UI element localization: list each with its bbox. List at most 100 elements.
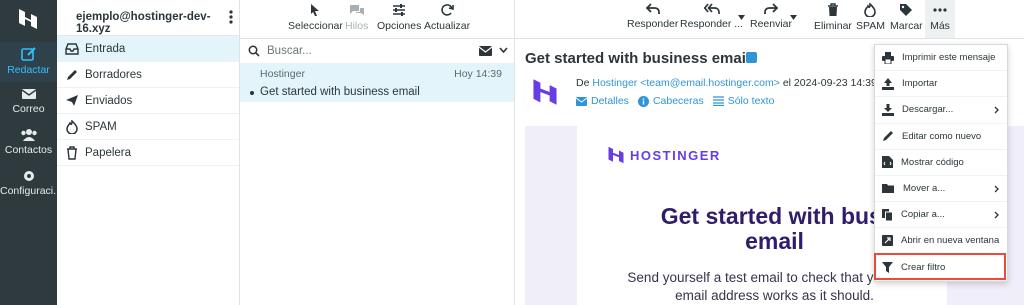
more-button[interactable]: Más bbox=[925, 0, 955, 38]
mark-button[interactable]: Marcar bbox=[890, 3, 923, 32]
reply-icon bbox=[645, 3, 660, 14]
cursor-icon bbox=[311, 4, 320, 16]
email-from-line: De Hostinger <team@email.hostinger.com> … bbox=[576, 77, 877, 89]
folder-spam[interactable]: SPAM bbox=[57, 114, 239, 140]
message-subject: Get started with business email bbox=[260, 86, 420, 98]
edit-icon bbox=[883, 131, 893, 142]
more-dots-icon bbox=[933, 8, 947, 12]
menu-item-print[interactable]: Imprimir este mensaje bbox=[875, 45, 1007, 72]
tag-icon bbox=[900, 4, 913, 16]
menu-item-import[interactable]: Importar bbox=[875, 71, 1007, 98]
refresh-button[interactable]: Actualizar bbox=[424, 3, 470, 32]
from-prefix: De bbox=[576, 77, 590, 89]
chevron-right-icon bbox=[994, 185, 999, 193]
email-brand-logo: HOSTINGER bbox=[607, 145, 721, 165]
folder-drafts[interactable]: Borradores bbox=[57, 62, 239, 88]
move-icon bbox=[882, 184, 894, 194]
compose-button[interactable]: Redactar bbox=[0, 42, 57, 82]
mail-nav[interactable]: Correo bbox=[0, 83, 57, 123]
compose-label: Redactar bbox=[7, 64, 50, 76]
details-label: Detalles bbox=[591, 95, 629, 107]
email-subject: Get started with business email bbox=[525, 50, 751, 67]
headers-label: Cabeceras bbox=[652, 95, 704, 107]
folder-trash-label: Papelera bbox=[85, 146, 132, 159]
menu-item-show-source[interactable]: Mostrar código bbox=[875, 150, 1007, 176]
folder-drafts-label: Borradores bbox=[85, 68, 142, 81]
menu-item-edit-as-new[interactable]: Editar como nuevo bbox=[875, 124, 1007, 150]
spam-label: SPAM bbox=[856, 20, 885, 32]
refresh-label: Actualizar bbox=[424, 20, 471, 32]
sender-address[interactable]: <team@email.hostinger.com> bbox=[640, 77, 780, 89]
chevron-down-icon[interactable] bbox=[499, 47, 508, 53]
trash-icon bbox=[67, 145, 77, 160]
delete-button[interactable]: Eliminar bbox=[814, 3, 852, 32]
reply-button[interactable]: Responder bbox=[627, 3, 678, 30]
mark-label: Marcar bbox=[890, 20, 923, 32]
select-label: Seleccionar bbox=[288, 20, 343, 32]
more-label: Más bbox=[930, 20, 950, 32]
account-menu-icon[interactable] bbox=[229, 10, 233, 24]
envelope-icon bbox=[576, 96, 587, 106]
headers-link[interactable]: Cabeceras bbox=[637, 95, 704, 107]
threads-icon bbox=[349, 5, 364, 15]
select-button[interactable]: Seleccionar bbox=[288, 3, 343, 32]
details-link[interactable]: Detalles bbox=[576, 95, 629, 107]
open-external-icon[interactable] bbox=[746, 52, 757, 63]
message-toolbar: Responder Responder ... Reenviar Elimina… bbox=[515, 0, 1024, 39]
sender-avatar bbox=[533, 79, 557, 105]
search-input[interactable]: Buscar... bbox=[267, 45, 312, 57]
menu-item-label: Importar bbox=[902, 78, 938, 90]
app-rail: Redactar Correo Contactos Configuraci... bbox=[0, 0, 62, 305]
settings-label: Configuraci... bbox=[0, 185, 62, 197]
forward-dropdown-icon[interactable] bbox=[790, 15, 797, 20]
menu-item-open-new-window[interactable]: Abrir en nueva ventana bbox=[875, 228, 1007, 255]
plain-text-link[interactable]: Sólo texto bbox=[712, 95, 775, 107]
contacts-nav[interactable]: Contactos bbox=[0, 124, 57, 164]
envelope-filter-icon[interactable] bbox=[479, 46, 492, 56]
download-icon bbox=[882, 103, 894, 116]
sender-name[interactable]: Hostinger bbox=[592, 77, 637, 89]
mail-label: Correo bbox=[12, 103, 45, 115]
menu-item-label: Mostrar código bbox=[901, 156, 964, 168]
menu-item-label: Editar como nuevo bbox=[902, 130, 982, 142]
flame-icon bbox=[864, 3, 877, 17]
menu-item-move-to[interactable]: Mover a... bbox=[875, 176, 1007, 203]
reply-all-dropdown-icon[interactable] bbox=[738, 15, 745, 20]
search-icon bbox=[248, 45, 260, 57]
threads-button[interactable]: Hilos bbox=[345, 3, 368, 32]
external-window-icon bbox=[882, 235, 893, 247]
code-icon bbox=[882, 156, 893, 169]
message-list-item[interactable]: Hostinger Hoy 14:39 Get started with bus… bbox=[240, 64, 514, 102]
create-filter-highlight bbox=[874, 253, 1006, 280]
email-date: el 2024-09-23 14:39 bbox=[782, 77, 877, 89]
reply-all-button[interactable]: Responder ... bbox=[680, 3, 743, 30]
folder-sent[interactable]: Enviados bbox=[57, 88, 239, 114]
menu-item-label: Abrir en nueva ventana bbox=[901, 235, 1000, 247]
options-label: Opciones bbox=[377, 20, 422, 32]
refresh-icon bbox=[441, 4, 454, 16]
info-icon bbox=[637, 95, 649, 107]
folder-inbox-label: Entrada bbox=[85, 42, 126, 55]
hostinger-logo[interactable] bbox=[16, 7, 40, 31]
search-bar: Buscar... bbox=[240, 39, 514, 64]
plain-text-label: Sólo texto bbox=[727, 95, 775, 107]
options-button[interactable]: Opciones bbox=[377, 3, 421, 32]
account-email: ejemplo@hostinger-dev-16.xyz bbox=[76, 11, 211, 35]
menu-item-copy-to[interactable]: Copiar a... bbox=[875, 202, 1007, 229]
brand-name: HOSTINGER bbox=[630, 147, 721, 163]
reply-all-label: Responder ... bbox=[680, 18, 744, 30]
menu-item-download[interactable]: Descargar... bbox=[875, 97, 1007, 124]
trash-icon bbox=[827, 3, 838, 16]
folder-trash[interactable]: Papelera bbox=[57, 140, 239, 166]
menu-item-label: Imprimir este mensaje bbox=[902, 52, 996, 64]
list-toolbar: Seleccionar Hilos Opciones Actualizar bbox=[240, 0, 514, 39]
settings-nav[interactable]: Configuraci... bbox=[0, 165, 62, 205]
mail-icon bbox=[21, 89, 36, 99]
sliders-icon bbox=[393, 4, 406, 16]
more-menu: Imprimir este mensaje Importar Descargar… bbox=[874, 44, 1008, 282]
menu-item-label: Mover a... bbox=[903, 183, 946, 195]
chevron-right-icon bbox=[994, 106, 999, 114]
forward-button[interactable]: Reenviar bbox=[750, 3, 792, 30]
spam-button[interactable]: SPAM bbox=[856, 3, 885, 32]
folder-inbox[interactable]: Entrada bbox=[57, 36, 239, 62]
